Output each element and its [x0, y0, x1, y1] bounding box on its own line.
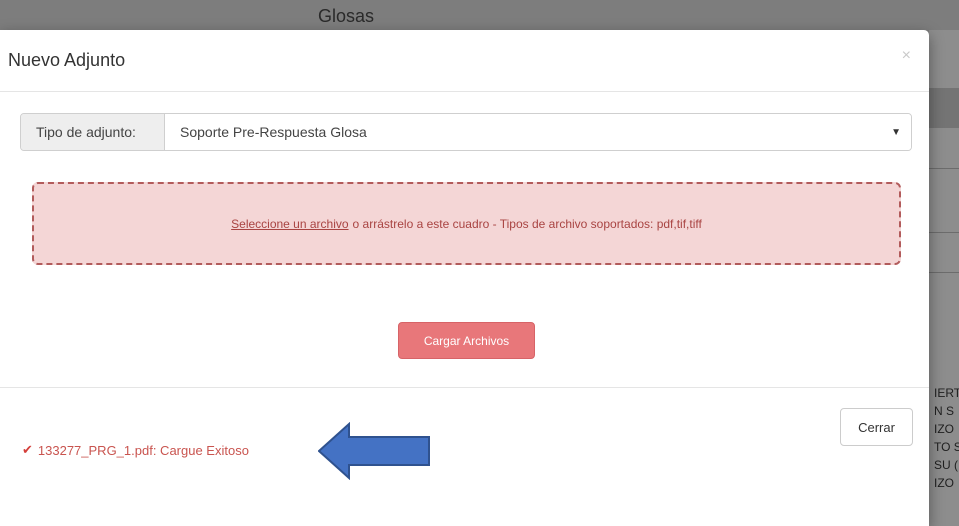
- upload-files-button[interactable]: Cargar Archivos: [398, 322, 535, 359]
- chevron-down-icon: ▼: [891, 126, 901, 138]
- background-text-snippets: IERT N S IZO TO S SU ( IZO: [934, 384, 959, 492]
- close-button[interactable]: Cerrar: [840, 408, 913, 446]
- attachment-type-label: Tipo de adjunto:: [21, 114, 165, 150]
- check-icon: ✔: [22, 442, 33, 457]
- modal-header: Nuevo Adjunto ×: [0, 30, 929, 92]
- modal-title: Nuevo Adjunto: [8, 50, 126, 70]
- select-file-link[interactable]: Seleccione un archivo: [231, 217, 348, 231]
- new-attachment-modal: Nuevo Adjunto × Tipo de adjunto: Soporte…: [0, 30, 929, 526]
- background-divider: [929, 168, 959, 169]
- file-dropzone[interactable]: Seleccione un archivo o arrástrelo a est…: [32, 182, 901, 265]
- background-snippet: TO S: [934, 440, 959, 454]
- background-page-title: Glosas: [318, 6, 375, 26]
- background-snippet: SU (: [934, 458, 958, 472]
- close-icon[interactable]: ×: [902, 48, 911, 64]
- upload-status-message: 133277_PRG_1.pdf: Cargue Exitoso: [37, 442, 249, 458]
- upload-status: ✔ 133277_PRG_1.pdf: Cargue Exitoso: [22, 442, 249, 458]
- attachment-type-value: Soporte Pre-Respuesta Glosa: [180, 124, 367, 140]
- dropzone-instructions: o arrástrelo a este cuadro - Tipos de ar…: [352, 216, 702, 231]
- background-snippet: IZO: [934, 476, 954, 490]
- background-snippet: N S: [934, 404, 955, 418]
- background-snippet: IZO: [934, 422, 954, 436]
- attachment-type-select[interactable]: Soporte Pre-Respuesta Glosa ▼: [165, 114, 911, 150]
- footer-divider: [0, 387, 929, 388]
- background-band: [929, 88, 959, 128]
- attachment-type-field[interactable]: Tipo de adjunto: Soporte Pre-Respuesta G…: [20, 113, 912, 151]
- background-divider: [929, 232, 959, 233]
- blue-arrow-icon: [318, 422, 430, 480]
- background-divider: [929, 272, 959, 273]
- background-snippet: IERT: [934, 386, 959, 400]
